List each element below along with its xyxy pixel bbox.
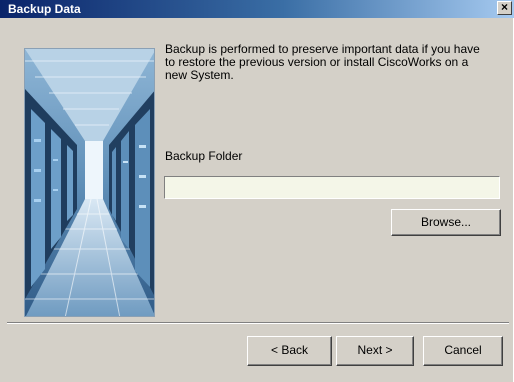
backup-folder-label: Backup Folder [165,149,243,163]
window-title: Backup Data [8,2,81,16]
footer-separator [7,322,509,324]
backup-data-dialog: Backup Data × Backup is performed to pre… [0,0,514,382]
close-icon: × [500,0,508,14]
title-bar: Backup Data × [0,0,514,18]
close-button[interactable]: × [497,1,512,15]
back-button[interactable]: < Back [247,336,332,366]
server-room-image [24,48,155,317]
cancel-button[interactable]: Cancel [423,336,503,366]
description-text: Backup is performed to preserve importan… [165,42,480,82]
next-button[interactable]: Next > [336,336,414,366]
browse-button[interactable]: Browse... [391,209,501,236]
backup-folder-input[interactable] [164,176,500,199]
